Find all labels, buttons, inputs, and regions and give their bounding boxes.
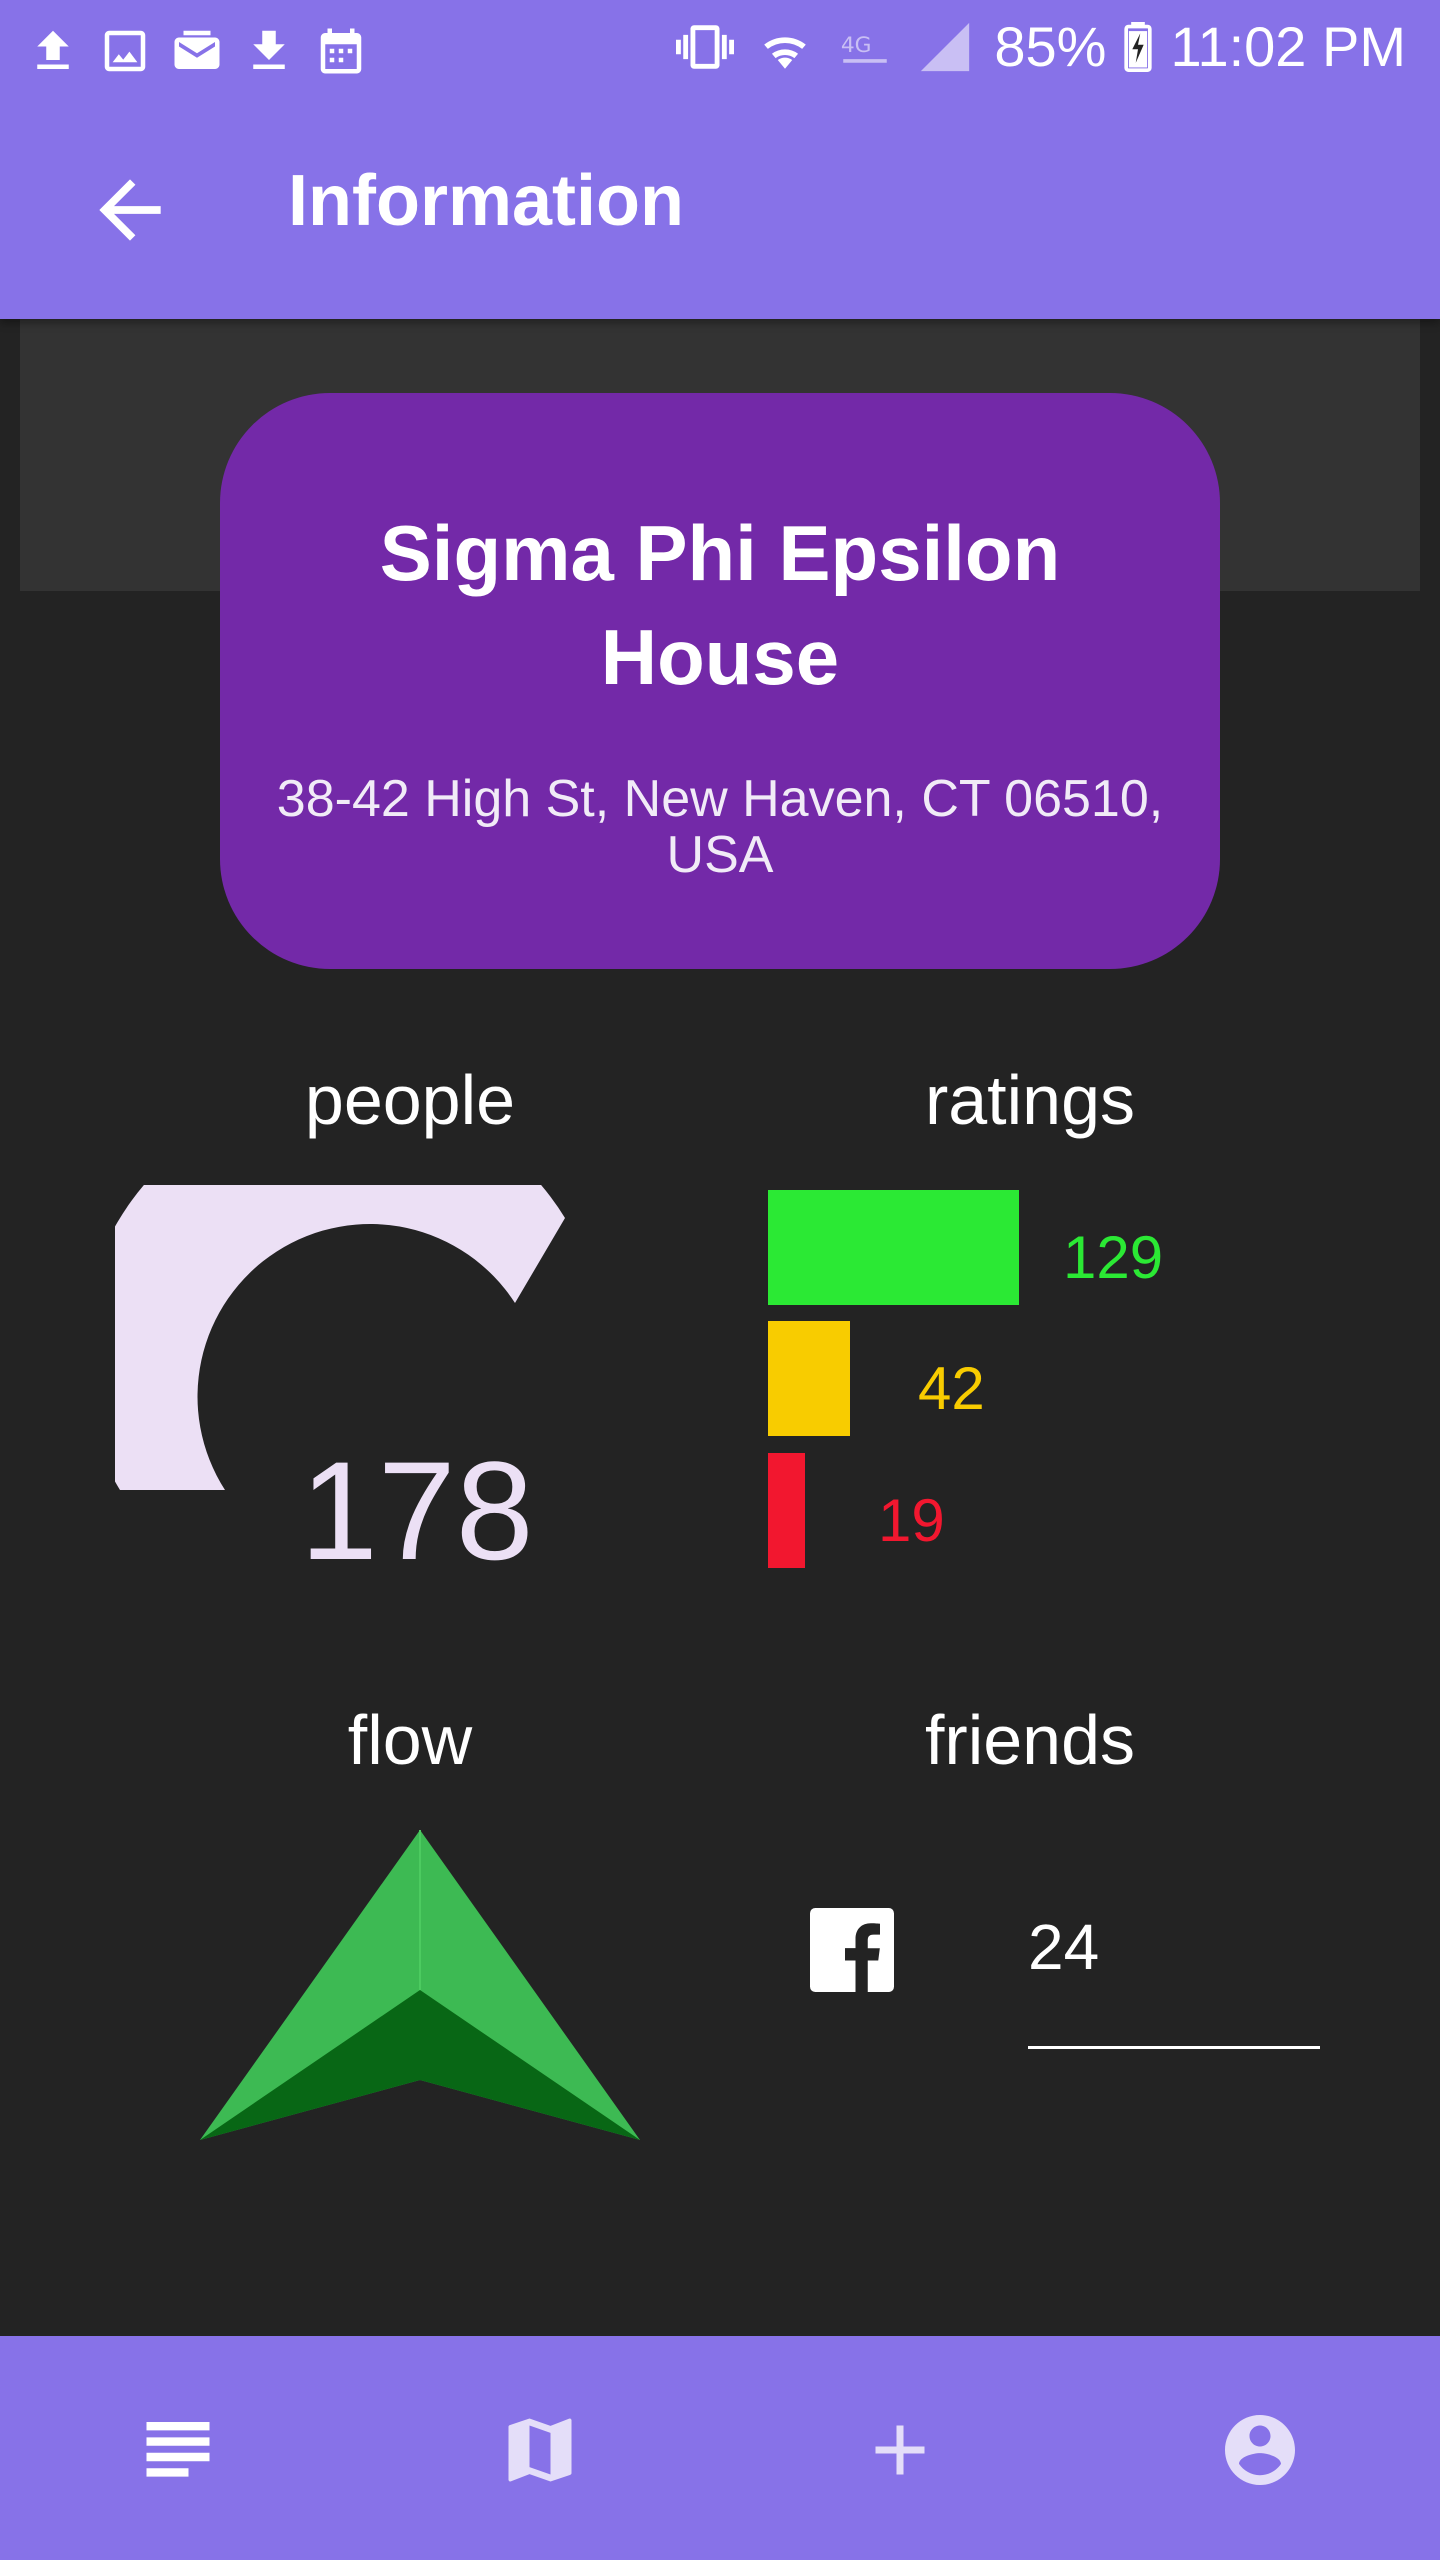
rating-value-neutral: 42: [918, 1355, 985, 1422]
calendar-icon: [320, 28, 362, 74]
add-icon[interactable]: [858, 2408, 942, 2492]
lte-icon: 4G: [841, 32, 888, 63]
wifi-icon: [764, 36, 807, 69]
upload-icon: [37, 30, 69, 69]
image-icon: [104, 30, 146, 72]
rating-value-positive: 129: [1063, 1224, 1164, 1291]
flow-arrow-icon: [200, 1830, 640, 2140]
battery-charging-icon: [1124, 21, 1153, 72]
people-count: 178: [300, 1432, 534, 1589]
arrow-back-icon[interactable]: [84, 164, 176, 256]
status-bar: 4G 85% 11:02 PM: [0, 0, 1440, 104]
rating-bar-positive: [768, 1190, 1019, 1305]
place-address: 38-42 High St, New Haven, CT 06510, USA: [276, 770, 1164, 884]
notification-icons: [26, 22, 368, 80]
bottom-nav: [0, 2336, 1440, 2560]
friends-underline: [1028, 2046, 1320, 2049]
page-title: Information: [288, 161, 684, 241]
map-icon[interactable]: [498, 2408, 582, 2492]
account-icon[interactable]: [1218, 2408, 1302, 2492]
list-icon[interactable]: [136, 2408, 220, 2492]
place-card: Sigma Phi Epsilon House 38-42 High St, N…: [220, 393, 1220, 969]
clock: 11:02 PM: [1170, 15, 1406, 78]
rating-bar-neutral: [768, 1321, 850, 1436]
facebook-icon: [810, 1908, 894, 1992]
people-label: people: [304, 1061, 516, 1139]
download-icon: [253, 30, 285, 69]
system-status: 4G 85% 11:02 PM: [674, 14, 1406, 79]
svg-text:4G: 4G: [841, 32, 872, 57]
vibrate-icon: [676, 24, 735, 69]
signal-icon: [921, 22, 970, 71]
top-bar: 4G 85% 11:02 PM Information: [0, 0, 1440, 319]
rating-bar-negative: [768, 1453, 805, 1568]
friends-label: friends: [924, 1701, 1136, 1779]
app-bar: Information: [0, 104, 1440, 319]
battery-percent: 85%: [994, 15, 1107, 78]
friends-count: 24: [1028, 1911, 1100, 1983]
ratings-label: ratings: [924, 1061, 1136, 1139]
flow-label: flow: [347, 1701, 473, 1779]
rating-value-negative: 19: [878, 1487, 945, 1554]
place-name: Sigma Phi Epsilon House: [379, 509, 1061, 701]
mail-icon: [174, 30, 220, 69]
